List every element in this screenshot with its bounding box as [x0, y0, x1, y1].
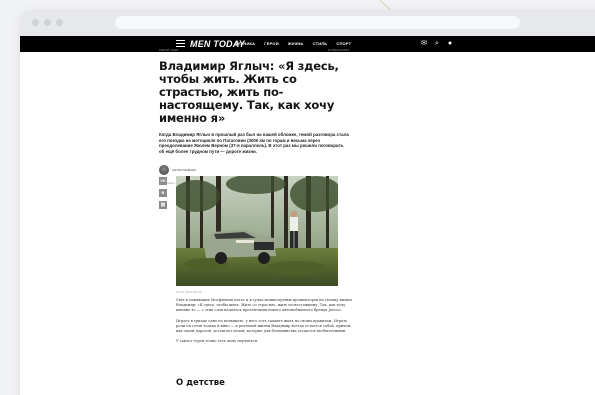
nav-item-life[interactable]: ЖИЗНЬ: [288, 41, 304, 46]
article-category[interactable]: ГЕРОИ / 2024: [159, 48, 178, 52]
paragraph: У такого героя точно есть чему поучиться…: [176, 339, 259, 344]
window-dot: [32, 19, 39, 26]
mail-icon[interactable]: ✉: [420, 39, 428, 48]
menu-icon[interactable]: [176, 40, 185, 48]
vk-share-button[interactable]: VK: [159, 177, 167, 185]
address-bar[interactable]: [115, 16, 520, 29]
article-lead: Когда Владимир Яглыч в прошлый раз был н…: [159, 132, 349, 154]
copy-link-button[interactable]: ⛓: [159, 201, 167, 209]
article-date: 10 ИЮНЯ 2024: [327, 48, 349, 52]
nav-item-style[interactable]: СТИЛЬ: [313, 41, 328, 46]
article-title: Владимир Яглыч: «Я здесь, чтобы жить. Жи…: [159, 59, 339, 125]
header-icons: ✉ ⌕ ●: [420, 39, 454, 48]
nav-item-sport[interactable]: СПОРТ: [336, 41, 351, 46]
window-dot: [44, 19, 51, 26]
author-name[interactable]: ANTON MAMAEV: [172, 168, 196, 172]
browser-toolbar: [20, 10, 595, 36]
article-photo: [176, 176, 338, 286]
nav-item-heroes[interactable]: ГЕРОИ: [264, 41, 279, 46]
photo-caption: ФОТО: ВАШ АВТОР: [176, 290, 202, 294]
nav-item-tech[interactable]: ТЕХНИКА: [235, 41, 255, 46]
share-bar: VK В ⛓: [159, 177, 167, 213]
section-heading: О детстве: [176, 378, 225, 388]
vk-alt-share-button[interactable]: В: [159, 189, 167, 197]
forest-car-scene: [176, 176, 338, 286]
window-dot: [56, 19, 63, 26]
article-body: Свет в памяющих Мосфильма потас и в гуча…: [176, 298, 356, 349]
paragraph: Свет в памяющих Мосфильма потас и в гуча…: [176, 298, 353, 313]
article-header: ГЕРОИ / 2024 10 ИЮНЯ 2024 Владимир Яглыч…: [159, 48, 349, 185]
author-block[interactable]: ANTON MAMAEV: [159, 165, 349, 176]
article-meta: ГЕРОИ / 2024 10 ИЮНЯ 2024: [159, 48, 349, 52]
search-icon[interactable]: ⌕: [433, 39, 441, 48]
user-icon[interactable]: ●: [446, 39, 454, 48]
paragraph: Играет в триаде одно по возникать, у нег…: [176, 318, 352, 334]
avatar[interactable]: [159, 165, 169, 176]
main-nav: ТЕХНИКА ГЕРОИ ЖИЗНЬ СТИЛЬ СПОРТ: [235, 41, 351, 46]
